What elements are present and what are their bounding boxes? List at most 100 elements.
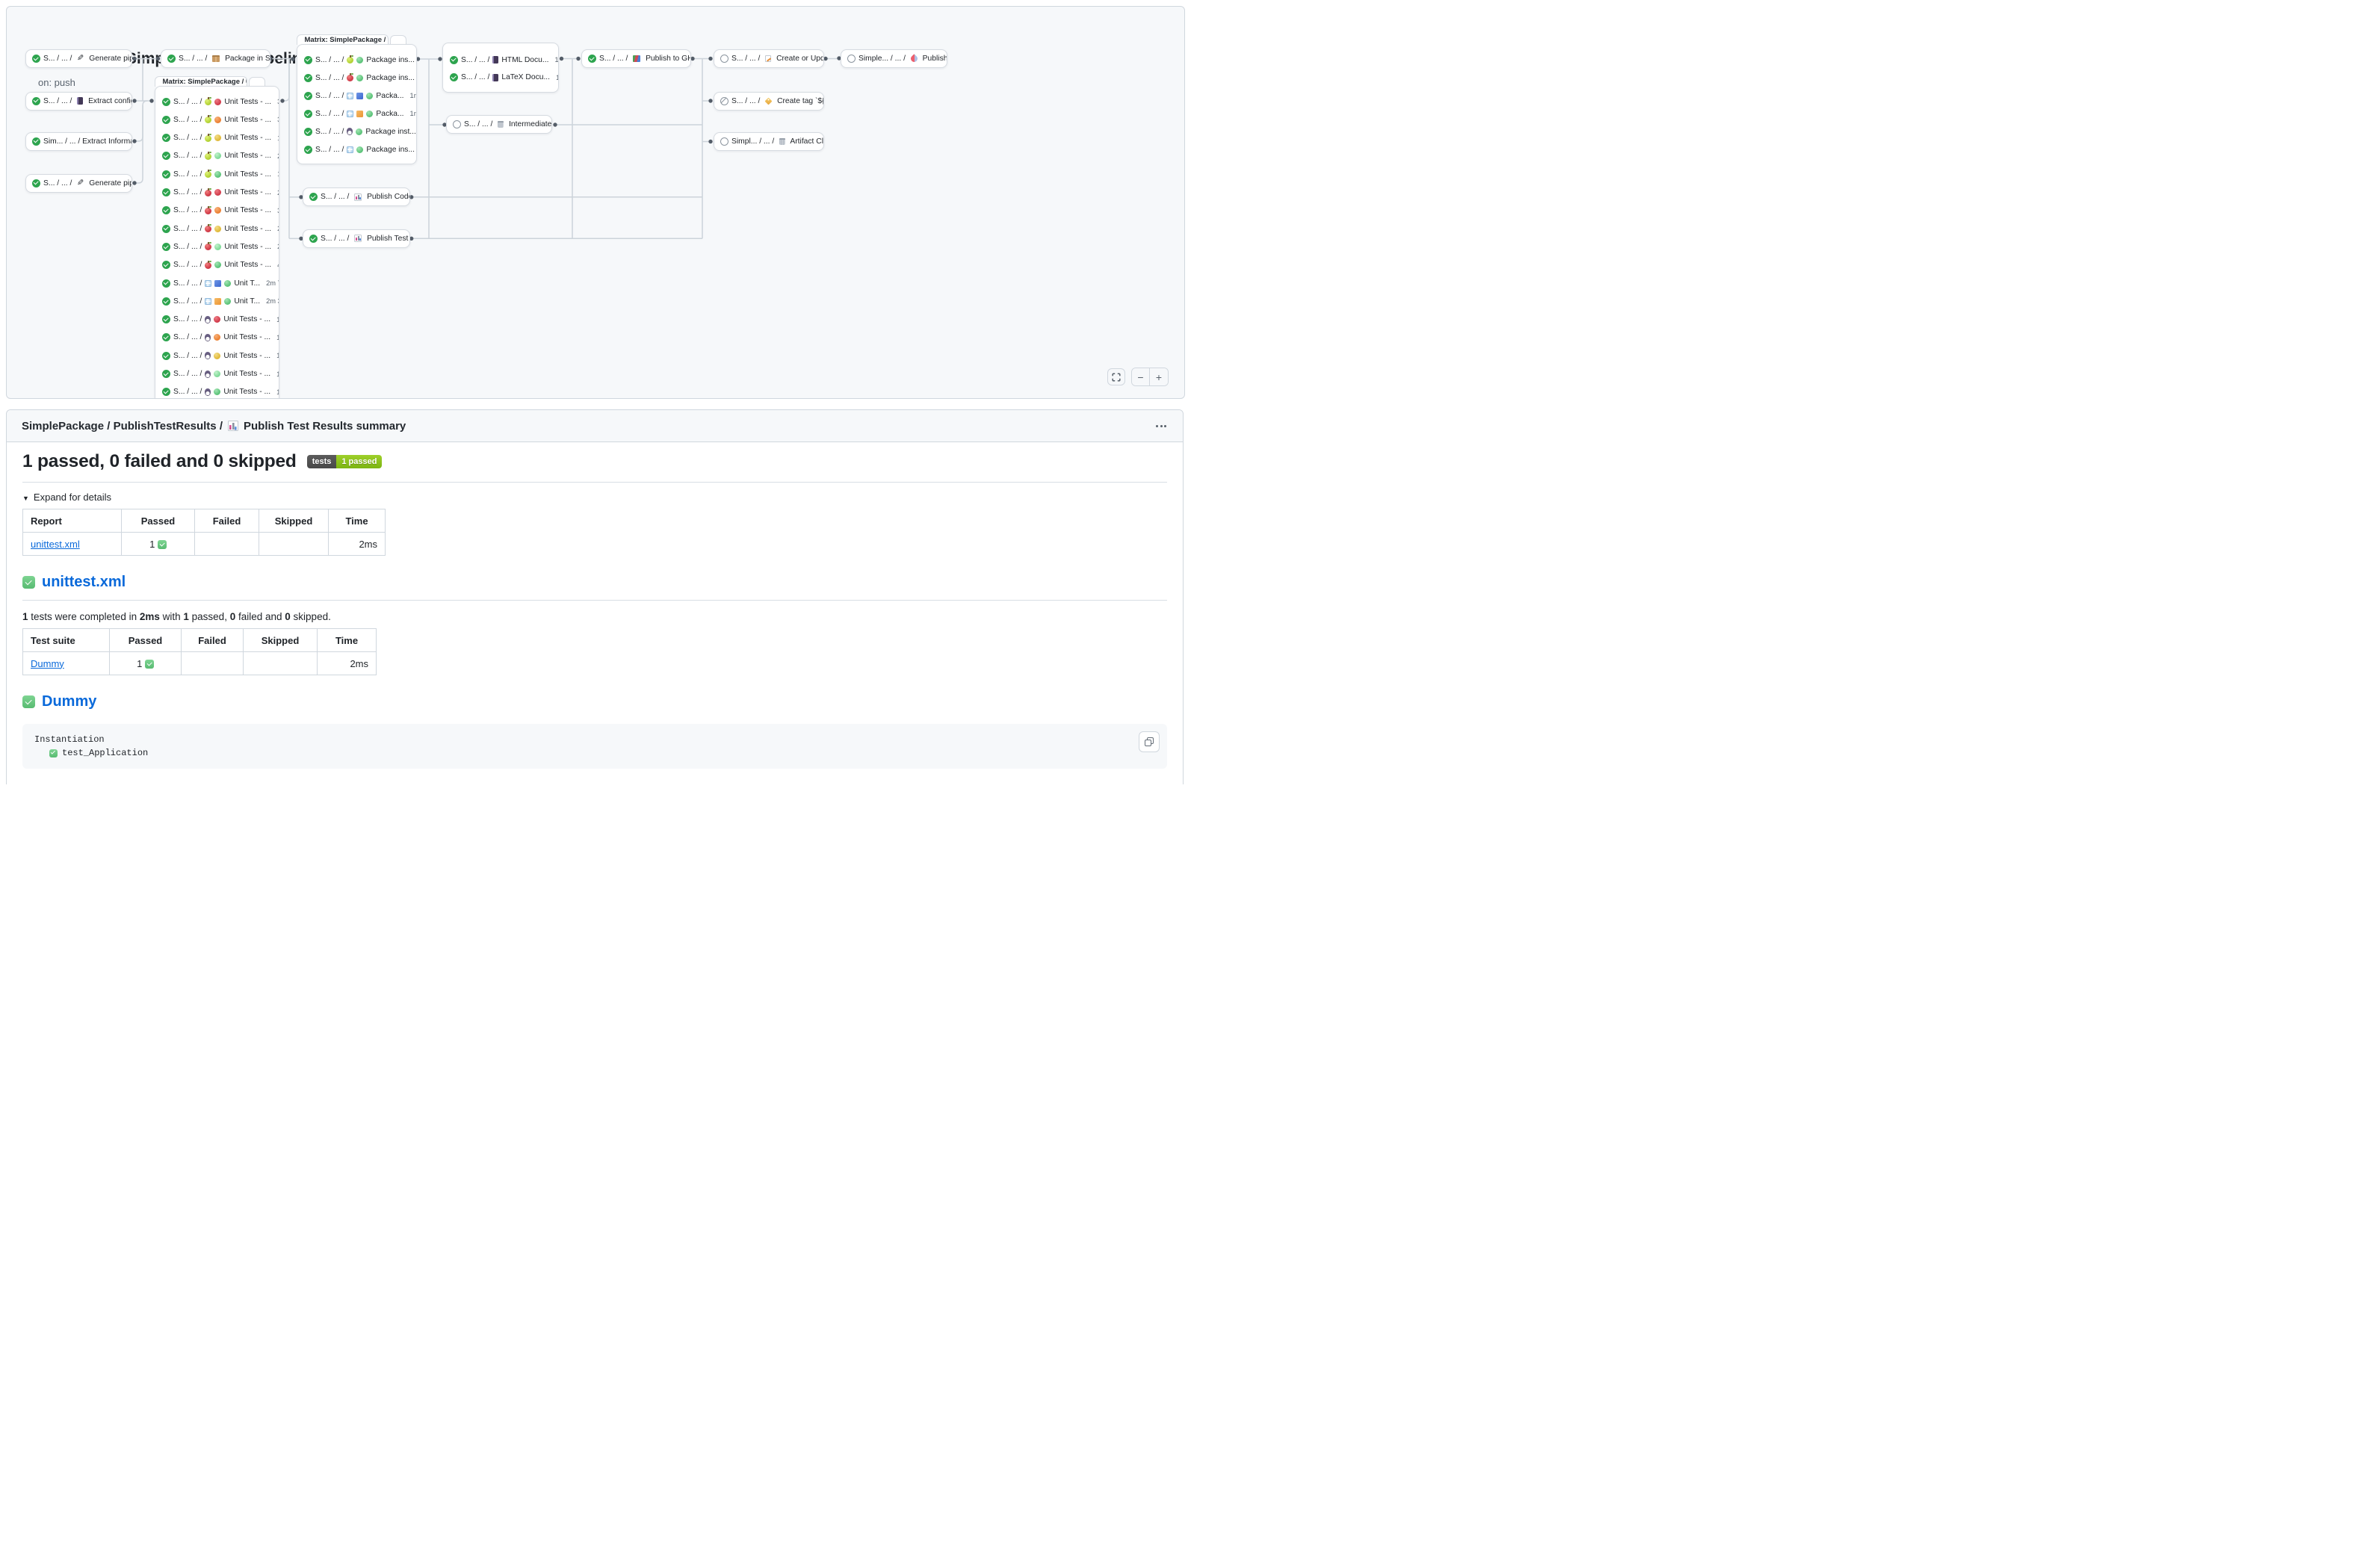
matrix-job-row[interactable]: S... / ... / Unit Tests - ...30s (155, 202, 279, 218)
job-duration: 25s (274, 225, 279, 232)
status-success-icon (167, 55, 176, 63)
matrix-tab-nub (390, 35, 406, 45)
job-label: S... / ... / (173, 279, 202, 288)
breadcrumb-path: SimplePackage / PublishTestResults / (22, 420, 223, 433)
matrix-job-row[interactable]: S... / ... / Unit Tests - ...25s (155, 221, 279, 237)
job-label: Unit Tests - ... (224, 225, 271, 233)
matrix-job-row[interactable]: S... / ... / Unit Tests - ...15s (155, 348, 279, 364)
graph-controls: − + (1107, 368, 1169, 386)
suite-heading-link[interactable]: Dummy (42, 693, 96, 710)
job-duration: 13s (273, 334, 279, 341)
matrix-job-row[interactable]: S... / ... / Unit Tests - ...36s (155, 94, 279, 110)
circle-green-icon (356, 75, 363, 81)
status-success-icon (450, 73, 458, 81)
matrix-job-row[interactable]: S... / ... / Unit Tests - ...14s (155, 384, 279, 399)
red-apple-icon (347, 75, 353, 81)
job-duration: 27s (274, 243, 279, 250)
job-node-create_release[interactable]: S... / ... / Create or Update R... (714, 49, 824, 68)
job-label: Unit Tests - ... (224, 98, 271, 106)
job-duration: 19s (274, 134, 279, 142)
zoom-out-button[interactable]: − (1132, 368, 1150, 385)
penguin-icon (347, 128, 353, 135)
matrix-job-row[interactable]: S... / ... / HTML Docu...1m 46s (443, 52, 558, 68)
job-duration: 1m 46s (551, 56, 557, 63)
job-label: S... / ... / (43, 55, 74, 63)
matrix-job-row[interactable]: S... / ... / Unit T...2m 3s (155, 294, 279, 309)
job-node-create_tag[interactable]: S... / ... / Create tag `${{ in...0s (714, 92, 824, 111)
job-label: Unit Tests - ... (223, 315, 270, 323)
job-node-artifact_cleanup[interactable]: Simpl... / ... / Artifact Cleanup (714, 132, 824, 151)
job-label: Package inst... (365, 128, 415, 136)
summary-title: Publish Test Results summary (244, 420, 406, 433)
matrix-job-row[interactable]: S... / ... / Unit Tests - ...16s (155, 312, 279, 327)
green-apple-icon (205, 135, 211, 142)
matrix-job-row[interactable]: S... / ... / Package ins...14s (297, 70, 416, 86)
job-duration: 14s (273, 371, 279, 378)
matrix-job-row[interactable]: S... / ... / LaTeX Docu...1m 18s (443, 69, 558, 85)
job-label: Unit T... (234, 297, 260, 306)
status-success-icon (162, 352, 170, 360)
matrix-job-row[interactable]: S... / ... / Unit Tests - ...27s (155, 239, 279, 255)
job-label: S... / ... / (315, 56, 344, 64)
status-success-icon (162, 297, 170, 306)
window-icon (205, 280, 211, 287)
green-apple-icon (205, 117, 211, 123)
matrix-job-row[interactable]: S... / ... / Unit Tests - ...18s (155, 167, 279, 182)
table-header: Failed (182, 629, 244, 652)
matrix-job-row[interactable]: S... / ... / Package ins...11s (297, 52, 416, 68)
red-apple-icon (205, 226, 211, 232)
job-label: S... / ... / (173, 225, 202, 233)
table-header: Time (329, 509, 386, 533)
square-blue-icon (356, 93, 363, 99)
job-label: Sim... / ... / Extract Information (43, 137, 132, 146)
matrix-box-docs: S... / ... / HTML Docu...1m 46sS... / ..… (442, 43, 559, 93)
job-node-gen2[interactable]: S... / ... / Generate pipelin...4s (25, 174, 132, 193)
matrix-job-row[interactable]: S... / ... / Packa...1m 45s (297, 88, 416, 104)
minus-icon: − (1137, 372, 1143, 382)
job-label: Unit Tests - ... (223, 333, 270, 341)
table-link[interactable]: Dummy (31, 658, 64, 669)
fullscreen-button[interactable] (1107, 368, 1125, 385)
job-label: Simple... / ... / (859, 55, 908, 63)
window-icon (205, 298, 211, 305)
expand-details-toggle[interactable]: Expand for details (22, 492, 1167, 503)
expand-details-label: Expand for details (34, 492, 111, 503)
matrix-job-row[interactable]: S... / ... / Unit Tests - ...40s (155, 257, 279, 273)
matrix-job-row[interactable]: S... / ... / Unit T...2m 7s (155, 276, 279, 291)
matrix-job-row[interactable]: S... / ... / Package ins...22s (297, 142, 416, 158)
matrix-job-row[interactable]: S... / ... / Unit Tests - ...13s (155, 329, 279, 345)
kebab-menu-button[interactable] (1154, 421, 1168, 432)
matrix-job-row[interactable]: S... / ... / Unit Tests - ...20s (155, 148, 279, 164)
job-label: S... / ... / (731, 97, 762, 105)
job-node-publish_code[interactable]: S... / ... / Publish Code C...22s (303, 188, 410, 206)
job-node-publish_test[interactable]: S... / ... / Publish Test Re...14s (303, 229, 410, 248)
job-node-intermediate[interactable]: S... / ... / Intermediate Artifa... (446, 115, 552, 134)
circle-green-icon (366, 93, 373, 99)
job-node-extract_info[interactable]: Sim... / ... / Extract Information4s (25, 132, 132, 151)
matrix-job-row[interactable]: S... / ... / Unit Tests - ...28s (155, 185, 279, 200)
job-node-gh_pages[interactable]: S... / ... / Publish to GH-P...7s (581, 49, 691, 68)
matrix-job-row[interactable]: S... / ... / Unit Tests - ...14s (155, 366, 279, 382)
matrix-job-row[interactable]: S... / ... / Package inst...9s (297, 124, 416, 140)
job-node-package_src[interactable]: S... / ... / Package in Sou...18s (161, 49, 270, 68)
test-case-name: test_Application (62, 746, 148, 760)
job-node-gen1[interactable]: S... / ... / Generate pipelin...3s (25, 49, 132, 68)
job-label: S... / ... / (173, 352, 202, 360)
job-label: Unit Tests - ... (224, 243, 271, 251)
circle-lightgreen-icon (214, 244, 221, 250)
job-node-pypi[interactable]: Simple... / ... / Publish to PyPI (841, 49, 947, 68)
table-link[interactable]: unittest.xml (31, 539, 80, 550)
report-heading-link[interactable]: unittest.xml (42, 574, 126, 591)
status-success-icon (162, 98, 170, 106)
matrix-job-row[interactable]: S... / ... / Unit Tests - ...19s (155, 130, 279, 146)
status-success-icon (304, 128, 312, 136)
copy-button[interactable] (1139, 731, 1160, 752)
circle-orange-icon (214, 207, 221, 214)
matrix-job-row[interactable]: S... / ... / Packa...1m 48s (297, 106, 416, 122)
job-node-extract_cfg[interactable]: S... / ... / Extract configur...6s (25, 92, 132, 111)
job-label: HTML Docu... (501, 56, 548, 64)
zoom-in-button[interactable]: + (1150, 368, 1168, 385)
matrix-job-row[interactable]: S... / ... / Unit Tests - ...39s (155, 112, 279, 128)
status-cancelled-icon (720, 97, 728, 105)
job-label: S... / ... / (173, 152, 202, 160)
